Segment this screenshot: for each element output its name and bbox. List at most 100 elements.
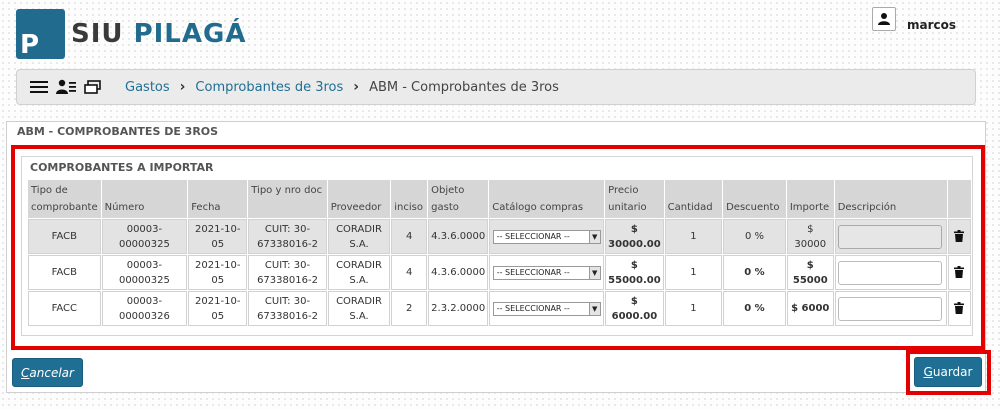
col-cantidad: Cantidad (664, 180, 723, 218)
section-title: COMPROBANTES A IMPORTAR (30, 161, 214, 174)
catalogo-select[interactable]: -- SELECCIONAR -- ▼ (492, 229, 601, 244)
user-list-icon[interactable] (56, 79, 76, 95)
breadcrumb-separator: › (179, 79, 186, 95)
table-header-row: Tipo de comprobante Número Fecha Tipo y … (28, 180, 971, 218)
cell-proveedor: CORADIR S.A. (327, 219, 391, 254)
descripcion-input[interactable] (837, 296, 942, 321)
cell-fecha: 2021-10-05 (188, 219, 248, 254)
table-row: FACB 00003-00000325 2021-10-05 CUIT: 30-… (28, 255, 971, 290)
table-row: FACC 00003-00000326 2021-10-05 CUIT: 30-… (28, 291, 971, 326)
cell-proveedor: CORADIR S.A. (327, 255, 391, 290)
col-tipo: Tipo de comprobante (28, 180, 101, 218)
cell-catalogo: -- SELECCIONAR -- ▼ (489, 219, 605, 254)
cell-proveedor: CORADIR S.A. (327, 291, 391, 326)
save-button-label: Guardar (923, 365, 973, 379)
app-logo: P SIU PILAGÁ (16, 9, 246, 59)
catalogo-select[interactable]: -- SELECCIONAR -- ▼ (492, 301, 601, 316)
breadcrumb-separator: › (353, 79, 360, 95)
cell-importe: $ 30000 (786, 219, 834, 254)
user-menu[interactable]: marcos (871, 7, 956, 32)
descripcion-input[interactable] (837, 224, 942, 249)
chevron-down-icon: ▼ (588, 230, 600, 243)
catalogo-select-value: -- SELECCIONAR -- (496, 232, 570, 241)
user-name: marcos (906, 18, 956, 32)
cell-acciones (947, 255, 971, 290)
import-table: Tipo de comprobante Número Fecha Tipo y … (27, 179, 972, 327)
cell-importe: $ 55000 (786, 255, 834, 290)
cell-inciso: 2 (391, 291, 428, 326)
col-descuento: Descuento (723, 180, 786, 218)
cell-doc: CUIT: 30-67338016-2 (248, 219, 327, 254)
cell-acciones (947, 291, 971, 326)
cell-descripcion (834, 219, 947, 254)
windows-icon[interactable] (84, 80, 101, 94)
catalogo-select-value: -- SELECCIONAR -- (496, 304, 570, 313)
cancel-button[interactable]: Cancelar (12, 358, 83, 387)
cell-doc: CUIT: 30-67338016-2 (248, 255, 327, 290)
cell-descuento: 0 % (723, 291, 786, 326)
logo-mark: P (16, 9, 65, 59)
user-icon[interactable] (871, 7, 896, 31)
logo-letter: P (20, 30, 40, 60)
cell-fecha: 2021-10-05 (188, 291, 248, 326)
cell-objeto: 4.3.6.0000 (428, 255, 489, 290)
trash-icon[interactable] (954, 266, 965, 278)
logo-prefix: SIU (71, 19, 134, 49)
logo-name: PILAGÁ (133, 19, 247, 49)
cell-inciso: 4 (391, 255, 428, 290)
logo-text: SIU PILAGÁ (71, 19, 246, 49)
save-button[interactable]: Guardar (914, 357, 982, 387)
col-numero: Número (101, 180, 188, 218)
trash-icon[interactable] (954, 230, 965, 242)
cell-tipo: FACB (28, 255, 101, 290)
cell-precio: $ 55000.00 (605, 255, 664, 290)
cell-catalogo: -- SELECCIONAR -- ▼ (489, 291, 605, 326)
cell-numero: 00003-00000325 (101, 219, 188, 254)
cell-numero: 00003-00000325 (101, 255, 188, 290)
cell-catalogo: -- SELECCIONAR -- ▼ (489, 255, 605, 290)
table-row: FACB 00003-00000325 2021-10-05 CUIT: 30-… (28, 219, 971, 254)
col-objeto: Objeto gasto (428, 180, 489, 218)
cell-precio: $ 6000.00 (605, 291, 664, 326)
breadcrumb: Gastos › Comprobantes de 3ros › ABM - Co… (125, 79, 559, 95)
chevron-down-icon: ▼ (588, 266, 600, 279)
cell-tipo: FACB (28, 219, 101, 254)
chevron-down-icon: ▼ (588, 302, 600, 315)
cell-descripcion (834, 291, 947, 326)
cell-cantidad: 1 (664, 255, 723, 290)
cell-descuento: 0 % (723, 255, 786, 290)
cell-acciones (947, 219, 971, 254)
catalogo-select-value: -- SELECCIONAR -- (496, 268, 570, 277)
breadcrumb-current: ABM - Comprobantes de 3ros (369, 79, 559, 95)
col-precio: Precio unitario (605, 180, 664, 218)
panel-title: ABM - COMPROBANTES DE 3ROS (17, 125, 219, 138)
col-importe: Importe (786, 180, 834, 218)
hamburger-menu-icon[interactable] (30, 80, 48, 94)
col-proveedor: Proveedor (327, 180, 391, 218)
import-section: COMPROBANTES A IMPORTAR Tipo de comproba… (21, 156, 973, 336)
col-descripcion: Descripción (834, 180, 947, 218)
cell-descuento: 0 % (723, 219, 786, 254)
descripcion-input[interactable] (837, 260, 942, 285)
col-inciso: inciso (391, 180, 428, 218)
col-fecha: Fecha (188, 180, 248, 218)
cell-inciso: 4 (391, 219, 428, 254)
cell-importe: $ 6000 (786, 291, 834, 326)
trash-icon[interactable] (954, 302, 965, 314)
cell-fecha: 2021-10-05 (188, 255, 248, 290)
col-acciones (947, 180, 971, 218)
cancel-button-label: Cancelar (21, 365, 74, 380)
cell-tipo: FACC (28, 291, 101, 326)
catalogo-select[interactable]: -- SELECCIONAR -- ▼ (492, 265, 601, 280)
nav-bar: Gastos › Comprobantes de 3ros › ABM - Co… (16, 69, 976, 105)
breadcrumb-comprobantes[interactable]: Comprobantes de 3ros (195, 80, 343, 95)
cell-precio: $ 30000.00 (605, 219, 664, 254)
cell-objeto: 4.3.6.0000 (428, 219, 489, 254)
breadcrumb-gastos[interactable]: Gastos (125, 80, 170, 95)
cell-doc: CUIT: 30-67338016-2 (248, 291, 327, 326)
col-catalogo: Catálogo compras (489, 180, 605, 218)
cell-cantidad: 1 (664, 291, 723, 326)
cell-objeto: 2.3.2.0000 (428, 291, 489, 326)
cell-descripcion (834, 255, 947, 290)
cell-numero: 00003-00000326 (101, 291, 188, 326)
